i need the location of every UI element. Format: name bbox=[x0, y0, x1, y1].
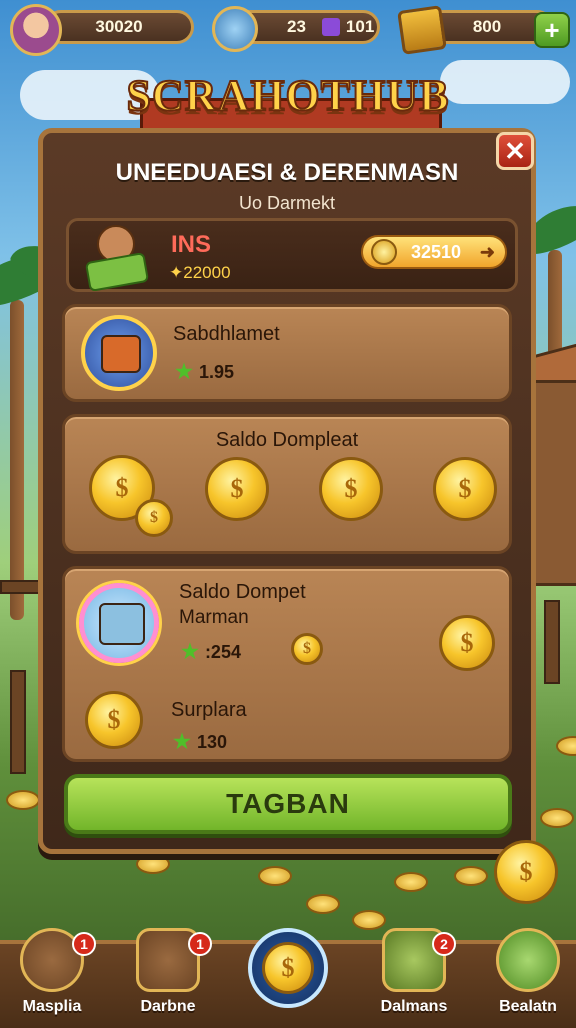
nav-item-bealatn[interactable]: Bealatn bbox=[488, 928, 568, 1024]
summary-collect-button[interactable]: 32510 ➜ bbox=[361, 235, 507, 269]
coin-icon: $ bbox=[262, 942, 314, 994]
reward-card-1[interactable]: Sabdhlamet ★ 1.95 bbox=[62, 304, 512, 402]
card-title: Saldo Dompet bbox=[179, 581, 306, 603]
reward-card-2[interactable]: Saldo Dompleat $ $ $ $ $ bbox=[62, 414, 512, 554]
box-icon bbox=[101, 335, 141, 373]
coin-icon bbox=[371, 239, 397, 265]
card-value: ★ 1.95 bbox=[175, 361, 234, 383]
coin-icon: $ bbox=[135, 499, 173, 537]
star-icon: ★ bbox=[181, 641, 199, 663]
summary-value: ✦22000 bbox=[169, 263, 231, 282]
nav-label: Masplia bbox=[22, 998, 82, 1015]
globe-icon bbox=[496, 928, 560, 992]
top-bar: 30020 23 101 800 + bbox=[0, 0, 576, 56]
nav-item-darbne[interactable]: 1 Darbne bbox=[128, 928, 212, 1024]
pet-icon bbox=[212, 6, 258, 52]
notification-badge: 2 bbox=[432, 932, 456, 956]
fence-post bbox=[544, 600, 560, 684]
coin-icon: $ bbox=[494, 840, 558, 904]
ground-coin bbox=[454, 866, 488, 886]
card-value: ★:254 bbox=[181, 641, 241, 663]
ground-coin bbox=[6, 790, 40, 810]
panel-subtitle: Uo Darmekt bbox=[238, 193, 336, 213]
hero-icon bbox=[83, 225, 150, 292]
game-logo: SCRAHOTHUB bbox=[126, 70, 450, 121]
reward-card-3[interactable]: Saldo Dompet Marman ★:254 $ $ $ Surplara… bbox=[62, 566, 512, 762]
coin-icon: $ bbox=[291, 633, 323, 665]
gem-icon bbox=[322, 18, 340, 36]
ground-coin bbox=[306, 894, 340, 914]
ground-coin bbox=[352, 910, 386, 930]
claim-button[interactable]: TAGBAN bbox=[64, 774, 512, 834]
card-value: ★ 130 bbox=[173, 731, 227, 753]
summary-button-value: 32510 bbox=[411, 241, 462, 262]
coin-icon: $ bbox=[319, 457, 383, 521]
nav-label: Darbne bbox=[140, 998, 196, 1015]
chest-icon bbox=[397, 5, 447, 55]
card-title: Surplara bbox=[171, 699, 247, 721]
coin-icon: $ bbox=[439, 615, 495, 671]
add-currency-button[interactable]: + bbox=[534, 12, 570, 48]
player-avatar[interactable] bbox=[10, 4, 62, 56]
box-icon bbox=[99, 603, 145, 645]
coin-icon: $ bbox=[205, 457, 269, 521]
card-title: Saldo Dompleat bbox=[215, 429, 359, 451]
pet-stat-value: 23 bbox=[287, 17, 306, 36]
coin-icon: $ bbox=[85, 691, 143, 749]
nav-item-dalmans[interactable]: 2 Dalmans bbox=[374, 928, 456, 1024]
ground-coin bbox=[258, 866, 292, 886]
ground-coin bbox=[556, 736, 576, 756]
coins-value: 30020 bbox=[95, 17, 143, 36]
nav-item-home[interactable]: $ bbox=[248, 928, 328, 1008]
nav-item-masplia[interactable]: 1 Masplia bbox=[12, 928, 96, 1024]
star-icon: ★ bbox=[175, 361, 193, 383]
panel-title: UNEEDUAESI & DERENMASN bbox=[115, 159, 459, 186]
arrow-right-icon: ➜ bbox=[479, 241, 495, 262]
close-button[interactable]: ✕ bbox=[496, 132, 534, 170]
ground-coin bbox=[394, 872, 428, 892]
notification-badge: 1 bbox=[188, 932, 212, 956]
coins-counter[interactable]: 30020 bbox=[44, 10, 194, 44]
gem-value: 101 bbox=[345, 17, 375, 36]
ground-coin bbox=[540, 808, 574, 828]
card-subtitle: Marman bbox=[179, 607, 249, 628]
summary-label: INS bbox=[171, 231, 212, 258]
notification-badge: 1 bbox=[72, 932, 96, 956]
card-title: Sabdhlamet bbox=[173, 323, 280, 345]
summary-row: INS ✦22000 32510 ➜ bbox=[66, 218, 518, 292]
coin-icon: $ bbox=[433, 457, 497, 521]
ground-coin bbox=[136, 854, 170, 874]
nav-label: Bealatn bbox=[499, 998, 557, 1015]
nav-label: Dalmans bbox=[380, 998, 448, 1015]
palm-trunk bbox=[10, 300, 24, 620]
fence-post bbox=[10, 670, 26, 774]
chest-value: 800 bbox=[472, 17, 502, 36]
star-icon: ★ bbox=[173, 731, 191, 753]
